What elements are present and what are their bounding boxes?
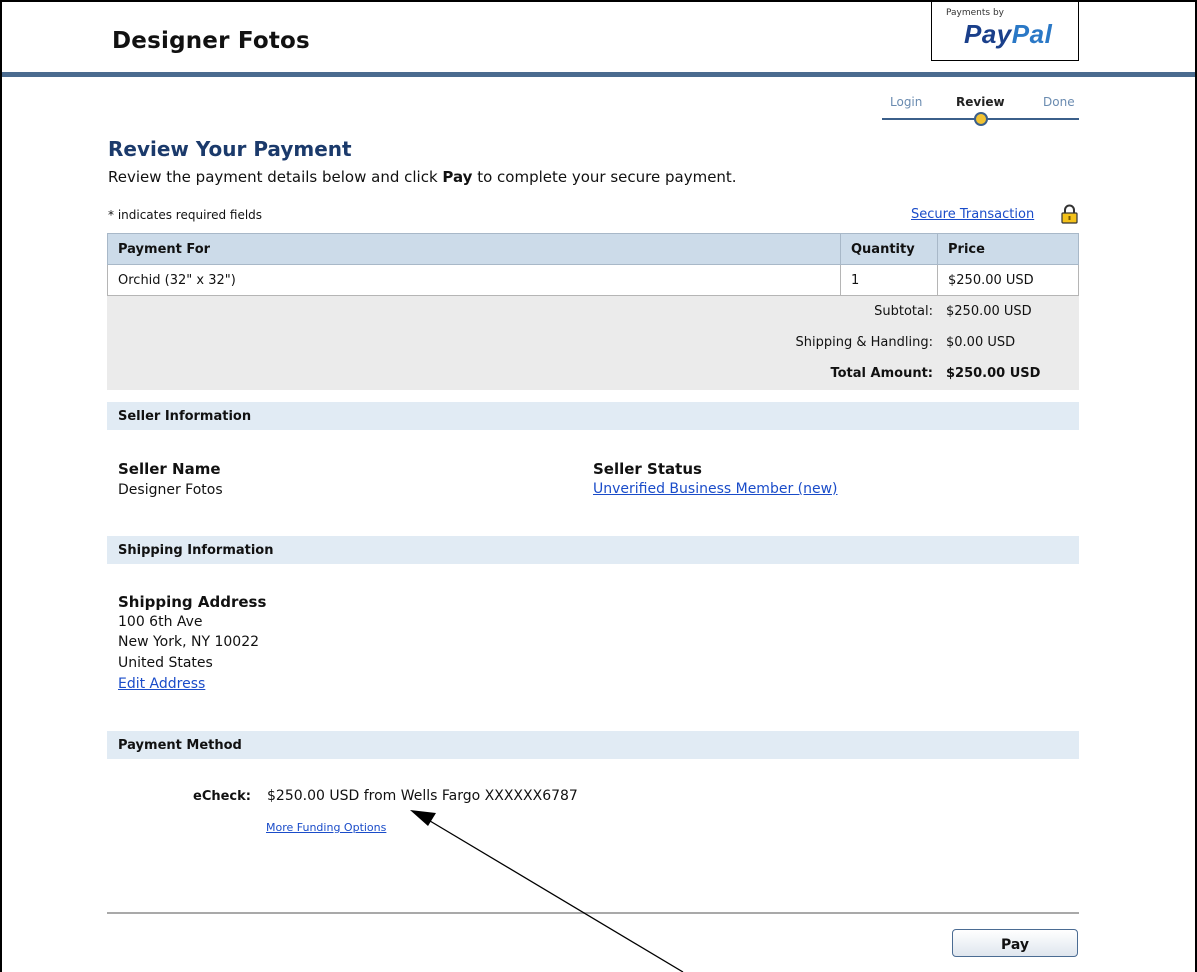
annotation-arrow-head <box>410 810 436 826</box>
paypal-logo: PayPal <box>964 19 1052 50</box>
shipping-row: Shipping & Handling: $0.00 USD <box>107 327 1079 357</box>
more-funding-options-link[interactable]: More Funding Options <box>266 821 386 834</box>
step-review: Review <box>956 95 1005 109</box>
progress-steps: Login Review Done <box>882 95 1079 126</box>
shipping-section-title: Shipping Information <box>118 543 274 558</box>
pay-button[interactable]: Pay <box>952 929 1078 957</box>
table-header-row: Payment For Quantity Price <box>107 233 1079 265</box>
echeck-detail: $250.00 USD from Wells Fargo XXXXXX6787 <box>267 788 578 804</box>
header-payment-for: Payment For <box>107 233 841 265</box>
seller-name-label: Seller Name <box>118 460 221 478</box>
paypal-badge: Payments by PayPal <box>931 2 1079 61</box>
address-line-3: United States <box>118 655 213 671</box>
seller-section-title: Seller Information <box>118 409 252 424</box>
intro-text: Review the payment details below and cli… <box>108 168 737 186</box>
subtotal-value: $250.00 USD <box>946 304 1032 319</box>
item-name: Orchid (32" x 32") <box>107 264 841 296</box>
subtotal-row: Subtotal: $250.00 USD <box>107 296 1079 326</box>
total-row: Total Amount: $250.00 USD <box>107 358 1079 388</box>
payment-method-section-title: Payment Method <box>118 738 242 753</box>
shipping-label: Shipping & Handling: <box>795 335 933 350</box>
header-price: Price <box>937 233 1079 265</box>
total-value: $250.00 USD <box>946 366 1041 381</box>
lock-icon[interactable] <box>1061 204 1078 224</box>
intro-text-end: to complete your secure payment. <box>472 168 737 186</box>
subtotal-label: Subtotal: <box>874 304 933 319</box>
table-row: Orchid (32" x 32") 1 $250.00 USD <box>107 264 1079 296</box>
shipping-value: $0.00 USD <box>946 335 1016 350</box>
intro-text-start: Review the payment details below and cli… <box>108 168 443 186</box>
paypal-logo-pal: Pal <box>1011 19 1053 49</box>
seller-name-value: Designer Fotos <box>118 482 223 498</box>
page-title: Review Your Payment <box>108 137 352 161</box>
annotation-arrow-line <box>424 817 684 972</box>
current-step-indicator <box>974 112 988 126</box>
address-line-2: New York, NY 10022 <box>118 634 260 650</box>
seller-status-label: Seller Status <box>593 460 702 478</box>
shipping-address-label: Shipping Address <box>118 593 267 611</box>
step-done: Done <box>1043 95 1075 109</box>
seller-status-link[interactable]: Unverified Business Member (new) <box>593 481 838 497</box>
edit-address-link[interactable]: Edit Address <box>118 676 205 692</box>
footer-divider <box>107 912 1079 914</box>
echeck-label: eCheck: <box>193 789 251 804</box>
header-divider-bar <box>2 72 1195 77</box>
header-quantity: Quantity <box>840 233 938 265</box>
window-left-border <box>0 0 2 972</box>
address-line-1: 100 6th Ave <box>118 614 203 630</box>
payments-by-label: Payments by <box>946 8 1004 18</box>
paypal-logo-pay: Pay <box>964 19 1012 49</box>
shipping-section-header: Shipping Information <box>107 536 1079 564</box>
secure-transaction-link[interactable]: Secure Transaction <box>911 207 1034 222</box>
required-fields-note: * indicates required fields <box>108 208 263 222</box>
payment-method-section-header: Payment Method <box>107 731 1079 759</box>
item-quantity: 1 <box>840 264 938 296</box>
intro-text-pay: Pay <box>442 168 473 186</box>
step-login: Login <box>890 95 923 109</box>
merchant-name: Designer Fotos <box>112 28 310 54</box>
seller-section-header: Seller Information <box>107 402 1079 430</box>
payment-items-table: Payment For Quantity Price Orchid (32" x… <box>107 233 1079 296</box>
item-price: $250.00 USD <box>937 264 1079 296</box>
order-summary: Subtotal: $250.00 USD Shipping & Handlin… <box>107 296 1079 390</box>
total-label: Total Amount: <box>830 366 933 381</box>
